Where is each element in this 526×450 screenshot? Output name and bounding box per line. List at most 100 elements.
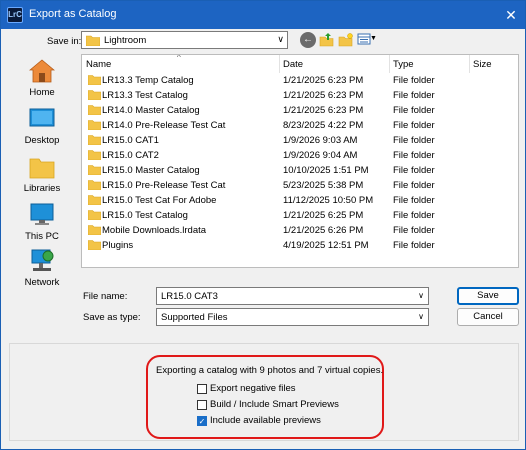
file-date: 1/21/2025 6:25 PM [283,210,364,221]
export-catalog-dialog: LrC Export as Catalog ✕ Save in: Lightro… [0,0,526,450]
place-libraries[interactable]: Libraries [9,152,75,198]
file-date: 5/23/2025 5:38 PM [283,180,364,191]
file-type: File folder [393,210,435,221]
file-type: File folder [393,165,435,176]
close-button[interactable]: ✕ [503,7,519,23]
place-desktop-label: Desktop [24,135,60,146]
file-name: LR14.0 Master Catalog [102,105,200,116]
place-home[interactable]: Home [9,56,75,102]
place-this-pc-label: This PC [25,231,59,242]
new-folder-icon[interactable] [338,32,354,48]
folder-icon [87,225,102,236]
file-date: 1/21/2025 6:23 PM [283,105,364,116]
file-type: File folder [393,225,435,236]
place-home-label: Home [29,87,55,98]
smart-previews-checkbox[interactable] [197,400,207,410]
file-row[interactable]: LR15.0 Test Cat For Adobe 11/12/2025 10:5… [82,193,518,208]
save-in-value: Lightroom [104,35,147,46]
file-date: 1/9/2026 9:03 AM [283,135,358,146]
places-bar: Home Desktop Libraries This PC Network [9,54,75,289]
home-icon [28,58,56,84]
file-row[interactable]: LR13.3 Test Catalog 1/21/2025 6:23 PM File… [82,88,518,103]
folder-icon [87,165,102,176]
file-date: 8/23/2025 4:22 PM [283,120,364,131]
chevron-down-icon: ∨ [277,34,284,44]
network-icon [29,248,55,274]
export-negative-files-label[interactable]: Export negative files [210,383,296,394]
place-network[interactable]: Network [9,246,75,292]
folder-icon [87,210,102,221]
lightroom-app-icon: LrC [7,7,23,23]
column-header-date[interactable]: Date [279,55,389,73]
folder-icon [85,35,101,49]
include-previews-checkbox[interactable]: ✓ [197,416,207,426]
file-list[interactable]: Name ^ Date Type Size LR13.3 Temp Catalo… [81,54,519,268]
folder-icon [87,75,102,86]
save-as-type-dropdown[interactable]: Supported Files ∨ [156,308,429,326]
place-this-pc[interactable]: This PC [9,200,75,246]
column-header-type[interactable]: Type [389,55,469,73]
chevron-down-icon: ∨ [418,312,424,321]
file-row[interactable]: Plugins 4/19/2025 12:51 PM File folder [82,238,518,253]
smart-previews-label[interactable]: Build / Include Smart Previews [210,399,339,410]
file-name: LR15.0 CAT2 [102,150,159,161]
file-name: LR13.3 Test Catalog [102,90,188,101]
file-row[interactable]: LR15.0 Pre-Release Test Cat 5/23/2025 5:3… [82,178,518,193]
file-name-label: File name: [83,291,128,302]
save-button[interactable]: Save [457,287,519,305]
folder-icon [87,180,102,191]
file-type: File folder [393,180,435,191]
file-type: File folder [393,195,435,206]
file-type: File folder [393,75,435,86]
file-name: Mobile Downloads.lrdata [102,225,207,236]
place-desktop[interactable]: Desktop [9,104,75,150]
save-in-dropdown[interactable]: Lightroom ∨ [81,31,288,49]
export-message: Exporting a catalog with 9 photos and 7 … [156,365,384,376]
file-name: LR15.0 Test Cat For Adobe [102,195,217,206]
column-header-size[interactable]: Size [469,55,518,73]
file-name: Plugins [102,240,134,251]
desktop-icon [29,106,55,132]
up-folder-icon[interactable] [319,32,335,48]
file-row[interactable]: LR14.0 Pre-Release Test Cat 8/23/2025 4:2… [82,118,518,133]
file-row[interactable]: LR15.0 Test Catalog 1/21/2025 6:25 PM File… [82,208,518,223]
file-row[interactable]: LR15.0 Master Catalog 10/10/2025 1:51 PM F… [82,163,518,178]
view-dropdown-arrow-icon[interactable]: ▼ [370,35,377,42]
file-type: File folder [393,90,435,101]
file-name: LR15.0 Pre-Release Test Cat [102,180,226,191]
export-negative-files-checkbox[interactable] [197,384,207,394]
save-in-label: Save in: [47,36,82,47]
file-type: File folder [393,135,435,146]
file-row[interactable]: LR14.0 Master Catalog 1/21/2025 6:23 PM Fi… [82,103,518,118]
folder-icon [87,105,102,116]
folder-icon [87,240,102,251]
file-name: LR15.0 Test Catalog [102,210,188,221]
back-arrow-icon[interactable]: ← [300,32,316,48]
libraries-icon [29,154,55,180]
include-previews-label[interactable]: Include available previews [210,415,321,426]
file-type: File folder [393,120,435,131]
file-name: LR15.0 CAT1 [102,135,159,146]
save-as-type-label: Save as type: [83,312,141,323]
file-date: 1/21/2025 6:23 PM [283,90,364,101]
file-name-value: LR15.0 CAT3 [161,291,218,302]
file-row[interactable]: LR15.0 CAT1 1/9/2026 9:03 AM File folder [82,133,518,148]
file-type: File folder [393,240,435,251]
cancel-button[interactable]: Cancel [457,308,519,326]
column-header-name[interactable]: Name ^ [82,55,279,73]
folder-icon [87,90,102,101]
chevron-down-icon[interactable]: ∨ [418,291,424,300]
folder-icon [87,135,102,146]
place-network-label: Network [24,277,60,288]
file-row[interactable]: LR13.3 Temp Catalog 1/21/2025 6:23 PM File… [82,73,518,88]
sort-up-icon: ^ [177,54,181,62]
place-libraries-label: Libraries [23,183,61,194]
file-type: File folder [393,105,435,116]
file-row[interactable]: LR15.0 CAT2 1/9/2026 9:04 AM File folder [82,148,518,163]
title-bar: LrC Export as Catalog ✕ [1,1,525,29]
file-row[interactable]: Mobile Downloads.lrdata 1/21/2025 6:26 PM… [82,223,518,238]
file-name: LR15.0 Master Catalog [102,165,200,176]
file-date: 1/21/2025 6:26 PM [283,225,364,236]
file-type: File folder [393,150,435,161]
file-name-field[interactable]: LR15.0 CAT3 ∨ [156,287,429,305]
